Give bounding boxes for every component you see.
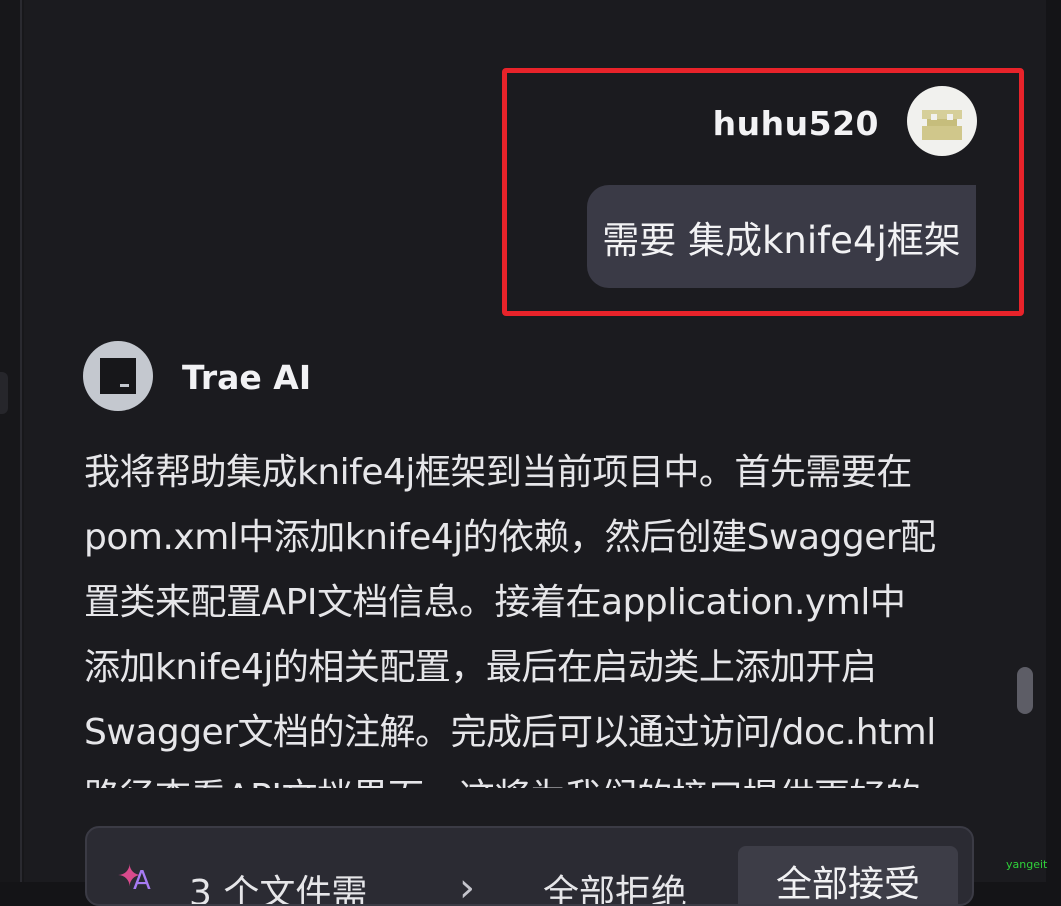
- chevron-right-icon[interactable]: ›: [459, 868, 475, 904]
- user-avatar: [907, 86, 977, 156]
- panel-resize-handle[interactable]: [0, 372, 8, 414]
- ai-name: Trae AI: [182, 358, 312, 397]
- sparkle-icon: ✦ A: [117, 859, 151, 897]
- reject-all-button[interactable]: 全部拒绝: [543, 864, 687, 904]
- ai-message-line: pom.xml中添加knife4j的依赖，然后创建Swagger配: [84, 517, 936, 558]
- ai-avatar: [83, 341, 153, 411]
- scrollbar-thumb[interactable]: [1017, 667, 1033, 714]
- pending-files-bar: ✦ A 3 个文件需 › 全部拒绝 全部接受: [85, 826, 974, 906]
- ai-message-line: 置类来配置API文档信息。接着在application.yml中: [84, 582, 906, 623]
- watermark: yangeit: [1006, 858, 1048, 871]
- user-name: huhu520: [712, 104, 879, 143]
- pending-files-count[interactable]: 3 个文件需: [189, 864, 367, 904]
- ai-message-line: 添加knife4j的相关配置，最后在启动类上添加开启: [84, 647, 877, 688]
- left-rail-divider: [20, 0, 22, 882]
- ai-message-line: Swagger文档的注解。完成后可以通过访问/doc.html: [84, 712, 936, 753]
- user-message-text: 需要 集成knife4j框架: [602, 218, 961, 262]
- ai-message-line: 路径查看API文档界面，这将为我们的接口提供更好的: [84, 765, 984, 788]
- accept-all-button[interactable]: 全部接受: [738, 846, 958, 904]
- ai-message-body: 我将帮助集成knife4j框架到当前项目中。首先需要在 pom.xml中添加kn…: [84, 440, 984, 788]
- scrollbar-track[interactable]: [1046, 0, 1061, 882]
- user-message-bubble: 需要 集成knife4j框架: [587, 185, 976, 288]
- left-rail: [0, 0, 24, 882]
- terminal-icon: [100, 358, 136, 394]
- ai-message-line: 我将帮助集成knife4j框架到当前项目中。首先需要在: [84, 452, 912, 493]
